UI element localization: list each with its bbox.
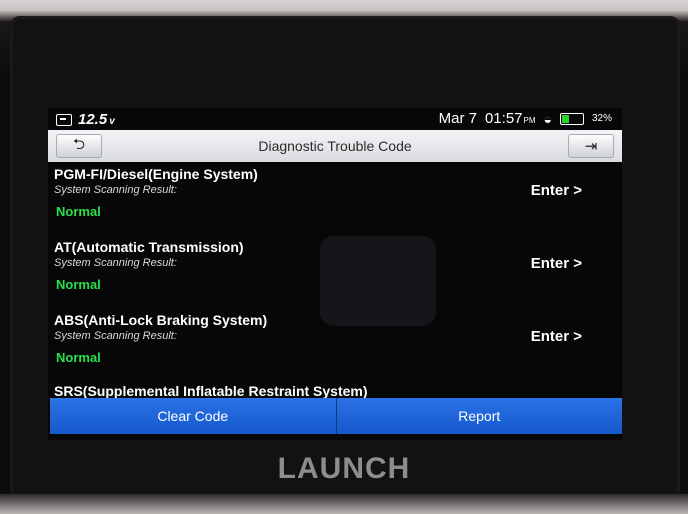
scan-status: Normal: [56, 350, 101, 365]
page-title: Diagnostic Trouble Code: [258, 138, 412, 154]
enter-button[interactable]: Enter >: [531, 255, 582, 272]
system-name: ABS(Anti-Lock Braking System): [54, 312, 268, 328]
status-right: Mar 7 01:57PM ◒ 32%: [439, 110, 612, 127]
brand-logo: LAUNCH: [277, 452, 411, 485]
status-left: 12.5 v: [56, 111, 115, 128]
scan-status: Normal: [56, 277, 101, 292]
enter-button[interactable]: Enter >: [531, 182, 582, 199]
voltage-readout: 12.5 v: [78, 111, 115, 128]
battery-fill: [561, 114, 569, 123]
action-bar: Clear Code Report: [50, 398, 622, 434]
report-button[interactable]: Report: [336, 398, 622, 434]
scan-status: Normal: [56, 204, 101, 219]
scan-result-label: System Scanning Result:: [54, 257, 177, 269]
time-suffix: PM: [523, 116, 536, 125]
list-item: SRS(Supplemental Inflatable Restraint Sy…: [48, 381, 622, 398]
battery-icon: [559, 112, 584, 125]
system-name: AT(Automatic Transmission): [54, 239, 244, 255]
voltage-unit: v: [109, 116, 115, 127]
list-item: PGM-FI/Diesel(Engine System) System Scan…: [48, 162, 622, 235]
status-bar: 12.5 v Mar 7 01:57PM ◒ 32%: [48, 108, 622, 130]
photo-surface: [0, 494, 688, 514]
battery-percent: 32%: [591, 113, 612, 124]
title-bar: ⮌ Diagnostic Trouble Code ⇥: [48, 130, 622, 162]
time: 01:57PM: [485, 110, 536, 127]
enter-button[interactable]: Enter >: [531, 328, 582, 345]
clear-code-button[interactable]: Clear Code: [50, 398, 337, 434]
system-name: SRS(Supplemental Inflatable Restraint Sy…: [54, 383, 368, 398]
time-value: 01:57: [484, 110, 523, 127]
device-screen: 12.5 v Mar 7 01:57PM ◒ 32% ⮌ Diagnostic T…: [48, 108, 622, 440]
date: Mar 7: [438, 110, 477, 127]
exit-button[interactable]: ⇥: [568, 134, 614, 158]
scan-result-label: System Scanning Result:: [54, 184, 177, 196]
voltage-value: 12.5: [78, 111, 108, 128]
wifi-icon: ◒: [543, 110, 552, 127]
exit-icon: ⇥: [584, 138, 598, 155]
scan-result-label: System Scanning Result:: [54, 330, 177, 342]
list-item: ABS(Anti-Lock Braking System) System Sca…: [48, 308, 622, 381]
list-item: AT(Automatic Transmission) System Scanni…: [48, 235, 622, 308]
system-list: PGM-FI/Diesel(Engine System) System Scan…: [48, 162, 622, 398]
vehicle-icon: [56, 113, 72, 126]
system-name: PGM-FI/Diesel(Engine System): [54, 166, 258, 182]
